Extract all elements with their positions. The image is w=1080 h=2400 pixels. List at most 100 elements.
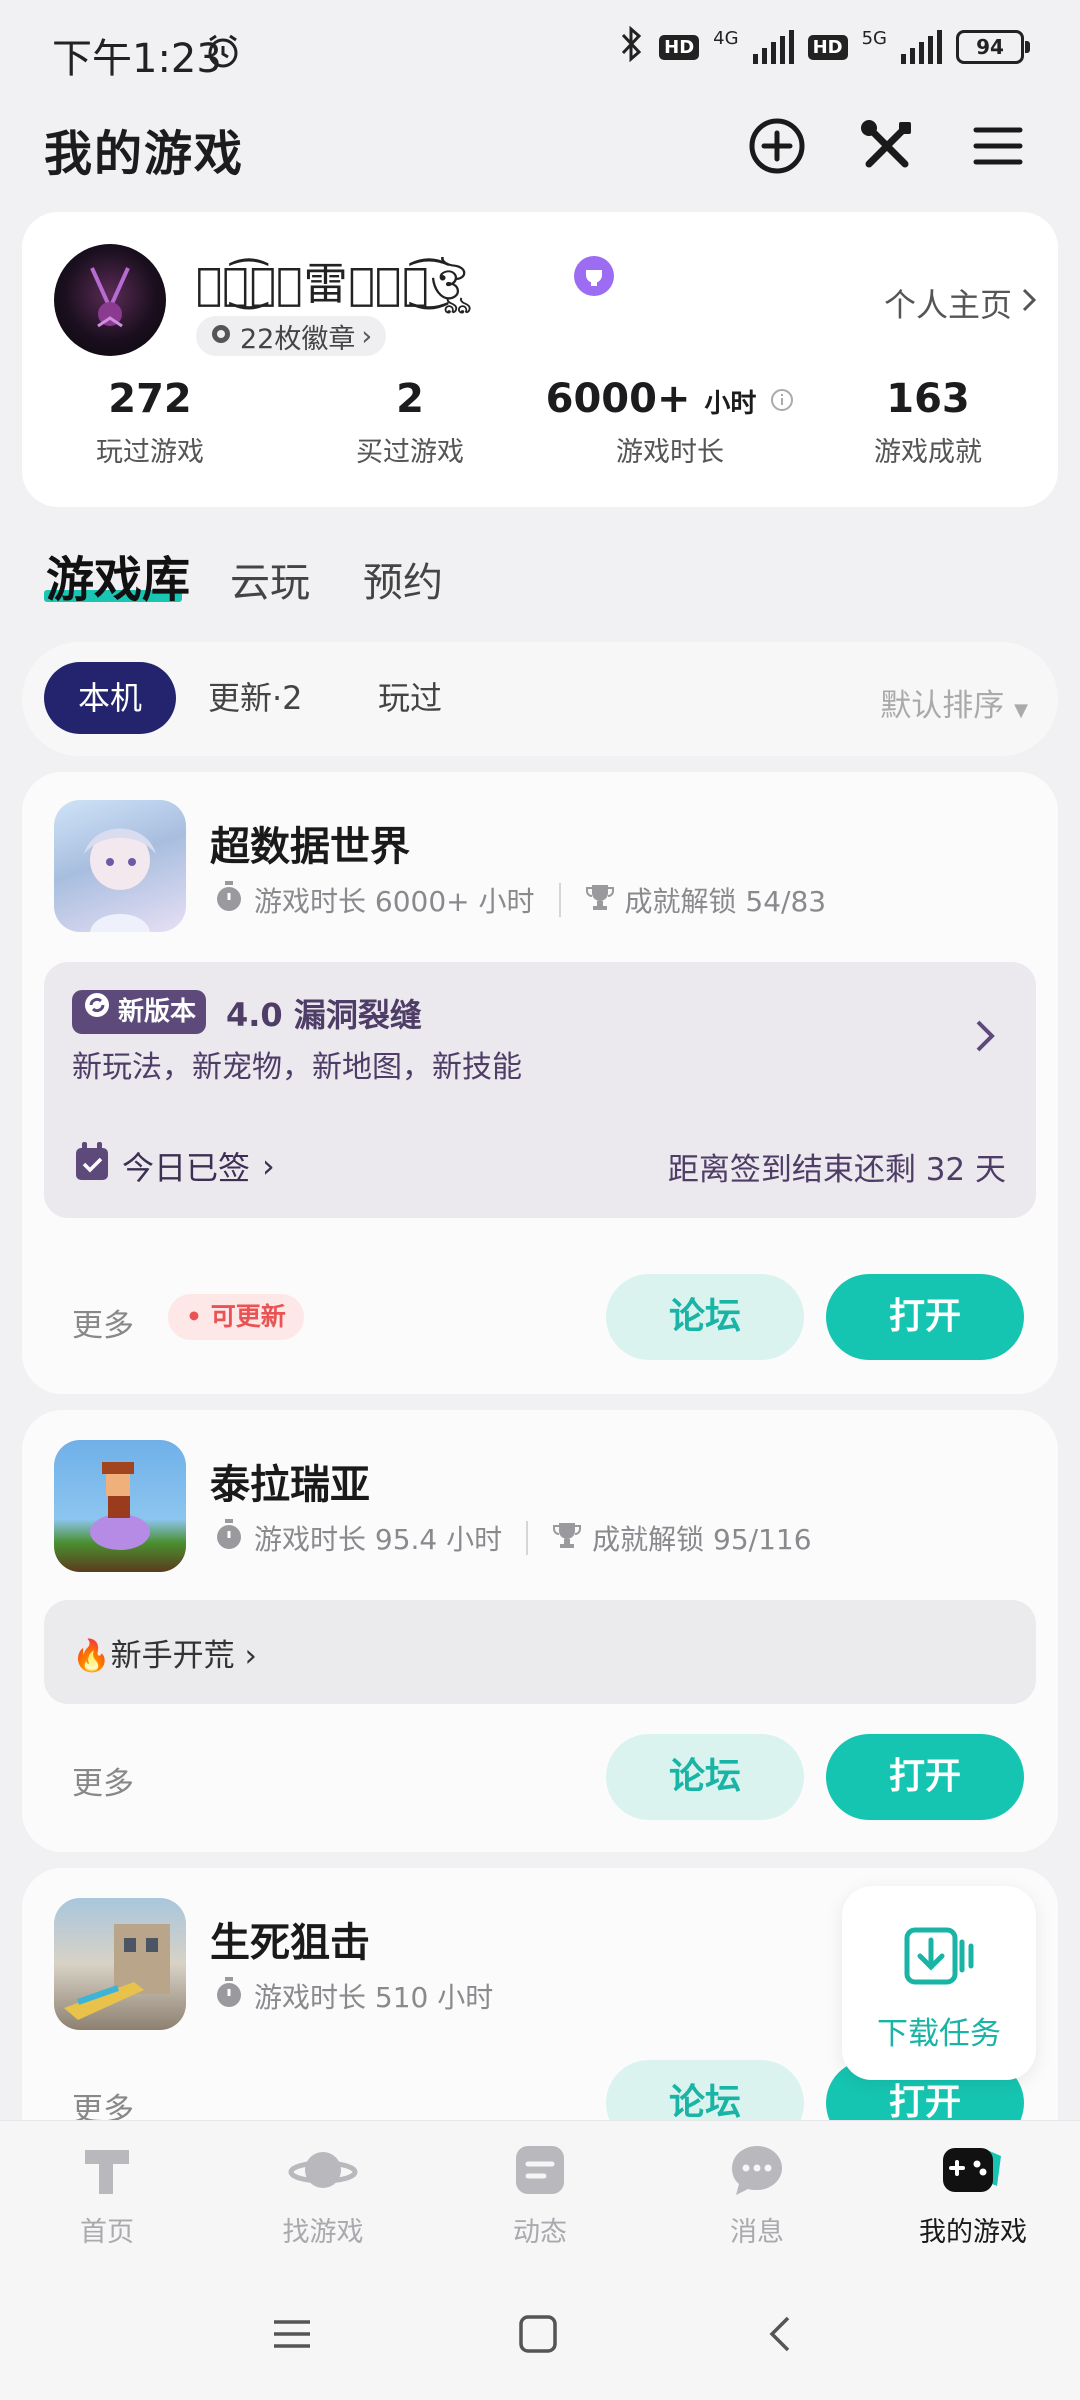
stat-achievements[interactable]: 163 游戏成就 [798,376,1058,469]
nav-label: 动态 [513,2217,567,2248]
status-indicators: HD 4G HD 5G 94 [619,25,1030,68]
signal-icon [752,30,794,64]
sort-dropdown[interactable]: 默认排序 ▼ [880,680,1028,725]
badges-pill[interactable]: 22枚徽章 › [196,316,387,356]
event-label: 🔥新手开荒 [72,1638,235,1674]
nav-messages[interactable]: 消息 [682,2140,832,2249]
game-title[interactable]: 泰拉瑞亚 [210,1452,370,1510]
chevron-right-icon: › [244,1638,257,1674]
feed-icon [465,2140,615,2204]
forum-button[interactable]: 论坛 [606,1734,804,1820]
caret-down-icon: ▼ [1014,700,1028,721]
trophy-icon [585,881,615,920]
download-icon [904,1924,976,1992]
game-meta: 游戏时长 95.4 小时 成就解锁 95/116 [214,1518,812,1558]
open-button[interactable]: 打开 [826,1734,1024,1820]
back-icon[interactable] [766,2314,796,2358]
stat-value: 163 [886,376,970,422]
nav-label: 找游戏 [282,2217,364,2248]
game-meta: 游戏时长 510 小时 [214,1976,493,2016]
stat-unit: 小时 [704,389,757,419]
chevron-right-icon [1020,284,1038,322]
hd-badge-2: HD [807,34,848,60]
game-meta: 游戏时长 6000+ 小时 成就解锁 54/83 [214,880,826,920]
tab-reserve[interactable]: 预约 [363,550,443,608]
sort-label: 默认排序 [880,688,1005,724]
chevron-right-icon: › [262,1147,275,1185]
stopwatch-icon [214,880,244,920]
open-button[interactable]: 打开 [826,1274,1024,1360]
planet-icon [248,2140,398,2204]
divider [558,883,561,917]
network-label-2: 5G [861,27,887,49]
avatar[interactable] [54,244,166,356]
filter-played[interactable]: 玩过 [378,662,442,734]
new-version-label: 新版本 [118,997,197,1027]
stat-playtime[interactable]: 6000+ 小时 游戏时长 [540,376,800,469]
update-badge[interactable]: • 可更新 [168,1294,304,1340]
game-title[interactable]: 超数据世界 [210,814,410,872]
download-tasks-button[interactable]: 下载任务 [842,1886,1036,2080]
battery-indicator: 94 [956,30,1030,64]
homepage-label: 个人主页 [883,286,1012,324]
divider [526,1521,529,1555]
menu-icon[interactable] [966,114,1030,178]
status-bar: 下午1:23 HD 4G HD 5G 94 [0,0,1080,100]
hd-badge: HD [659,34,700,60]
playtime: 游戏时长 510 小时 [254,1981,494,2014]
stat-label: 游戏时长 [616,437,724,468]
refresh-icon [82,990,112,1034]
achievements: 成就解锁 95/116 [592,1523,812,1556]
nav-feed[interactable]: 动态 [465,2140,615,2249]
medal-icon [208,320,234,353]
homepage-link[interactable]: 个人主页 [884,280,1038,326]
nav-find-games[interactable]: 找游戏 [248,2140,398,2249]
info-icon [770,376,794,422]
home-icon [32,2140,182,2204]
signal-icon-2 [901,30,942,64]
badges-count: 22枚徽章 [240,323,356,355]
stat-bought[interactable]: 2 买过游戏 [280,376,540,469]
tools-icon[interactable] [855,114,919,178]
status-time: 下午1:23 [52,36,222,82]
game-icon[interactable] [54,800,186,932]
network-label-1: 4G [713,27,739,49]
event-link[interactable]: 🔥新手开荒 › [72,1630,257,1675]
stat-value: 2 [396,376,424,422]
stat-played[interactable]: 272 玩过游戏 [20,376,280,469]
version-title: 4.0 漏洞裂缝 [226,996,422,1034]
tab-library[interactable]: 游戏库 [46,540,190,610]
more-link[interactable]: 更多 [72,1300,134,1345]
game-icon[interactable] [54,1898,186,2030]
forum-button[interactable]: 论坛 [606,1274,804,1360]
game-title[interactable]: 生死狙击 [210,1910,370,1968]
playtime: 游戏时长 6000+ 小时 [254,885,535,918]
chevron-right-icon: › [361,320,373,352]
stat-label: 玩过游戏 [96,437,204,468]
nav-label: 我的游戏 [919,2217,1027,2248]
playtime: 游戏时长 95.4 小时 [254,1523,503,1556]
plus-circle-icon[interactable] [745,114,809,178]
calendar-check-icon [74,1142,110,1190]
filter-local[interactable]: 本机 [44,662,176,734]
nav-my-games[interactable]: 我的游戏 [898,2140,1048,2249]
home-button-icon[interactable] [518,2314,558,2358]
filter-updates[interactable]: 更新·2 [208,662,303,734]
vip-badge-icon [574,256,614,296]
trophy-icon [552,1519,582,1558]
page-title: 我的游戏 [44,126,245,182]
more-link[interactable]: 更多 [72,1758,134,1803]
game-icon[interactable] [54,1440,186,1572]
stat-label: 游戏成就 [874,437,982,468]
username: ঔৣ͜͡ঔ⃝雷ঔ⃝ঔ͜͡ঔৣ [196,259,467,310]
nav-home[interactable]: 首页 [32,2140,182,2249]
stat-value-row: 6000+ 小时 [540,376,800,422]
recents-icon[interactable] [272,2314,312,2358]
tab-cloud[interactable]: 云玩 [230,550,310,608]
bluetooth-icon [619,25,645,68]
stat-value: 272 [108,376,192,422]
checkin-link[interactable]: 今日已签 › [74,1142,275,1190]
new-version-badge: 新版本 [72,990,207,1034]
checkin-remaining: 距离签到结束还剩 32 天 [667,1152,1006,1188]
update-label: 可更新 [210,1302,286,1331]
